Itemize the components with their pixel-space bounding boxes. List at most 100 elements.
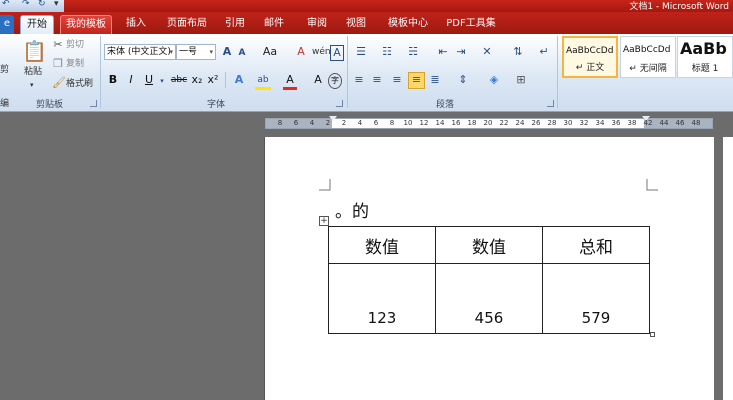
- horizontal-ruler[interactable]: 8 6 4 2 2 4 6 8 10 12 14 16 18 20 22 24 26 28 30 32 34 36 38 42…: [265, 116, 713, 129]
- phonetic-guide-icon[interactable]: wén: [312, 45, 331, 59]
- cut-button[interactable]: 剪切: [66, 39, 84, 51]
- table-cell[interactable]: 456: [435, 263, 543, 334]
- paste-button[interactable]: 粘贴: [24, 66, 42, 78]
- style-normal[interactable]: AaBbCcDd ↵ 正文: [562, 36, 618, 78]
- superscript-button[interactable]: x²: [206, 73, 220, 87]
- table-header-row: 数值 数值 总和: [328, 226, 650, 264]
- title-bar: ↶ ↷ ↻ ▾ 文档1 - Microsoft Word: [0, 0, 733, 12]
- chinese-layout-icon[interactable]: ✕: [476, 45, 498, 59]
- show-marks-icon[interactable]: ↵: [538, 45, 550, 59]
- ruler-tick-label: 26: [531, 119, 541, 127]
- redo-icon[interactable]: ↻: [38, 0, 46, 9]
- line-spacing-icon[interactable]: ⇕: [454, 73, 472, 87]
- enclose-char-button[interactable]: 字: [328, 73, 342, 89]
- paste-dropdown-icon[interactable]: ▾: [30, 79, 34, 91]
- ruler-tick-label: 8: [389, 119, 395, 127]
- table-header-cell[interactable]: 总和: [542, 226, 650, 264]
- borders-icon[interactable]: ⊞: [512, 73, 530, 87]
- ruler-tick-label: 28: [547, 119, 557, 127]
- table-header-cell[interactable]: 数值: [435, 226, 543, 264]
- tab-mailings[interactable]: 邮件: [258, 15, 290, 34]
- format-painter-button[interactable]: 格式刷: [66, 78, 93, 90]
- copy-button[interactable]: 复制: [66, 58, 84, 70]
- group-separator: [100, 36, 101, 108]
- ruler-tick-label: 4: [357, 119, 363, 127]
- ruler-tick-label: 6: [293, 119, 299, 127]
- sort-icon[interactable]: ⇅: [510, 45, 526, 59]
- numbering-icon[interactable]: ☷: [378, 45, 396, 59]
- ruler-tick-label: 14: [435, 119, 445, 127]
- document-page[interactable]: 。的 + 数值 数值 总和 123 456 579: [264, 137, 714, 400]
- table-header-cell[interactable]: 数值: [328, 226, 436, 264]
- ruler-tick-label: 48: [691, 119, 701, 127]
- style-no-spacing[interactable]: AaBbCcDd ↵ 无间隔: [620, 36, 676, 78]
- shading-icon[interactable]: ◈: [485, 73, 503, 87]
- ruler-tick-label: 30: [563, 119, 573, 127]
- bold-button[interactable]: B: [107, 73, 119, 87]
- tab-page-layout[interactable]: 页面布局: [162, 15, 212, 34]
- italic-button[interactable]: I: [125, 73, 137, 87]
- table-move-icon[interactable]: +: [319, 216, 329, 226]
- ruler-tick-label: 16: [451, 119, 461, 127]
- text-effect-button[interactable]: A: [232, 73, 246, 87]
- decrease-indent-icon[interactable]: ⇤: [436, 45, 450, 59]
- group-separator: [347, 36, 348, 108]
- undo-icon[interactable]: ↶: [2, 0, 10, 9]
- styles-gallery: AaBbCcDd ↵ 正文 AaBbCcDd ↵ 无间隔 AaBb 标题 1: [562, 36, 733, 94]
- char-border-icon[interactable]: A: [330, 45, 344, 61]
- ruler-tick-label: 42: [643, 119, 653, 127]
- crop-mark-top-left: [319, 179, 331, 191]
- ribbon: 剪 编 📋 粘贴 ▾ ✂ 剪切 ❐ 复制 🖌 格式刷 剪贴板 宋体 (中文正文)…: [0, 34, 733, 112]
- underline-button[interactable]: U: [143, 73, 155, 87]
- chevron-down-icon: ▾: [209, 48, 213, 56]
- tab-file[interactable]: 文件e: [0, 15, 14, 34]
- font-size-dropdown[interactable]: 一号 ▾: [176, 44, 216, 60]
- distributed-button[interactable]: ≣: [428, 73, 442, 87]
- grow-font-icon[interactable]: A: [220, 45, 234, 59]
- redo-icon[interactable]: ↷: [22, 0, 30, 9]
- tab-view[interactable]: 视图: [340, 15, 372, 34]
- tab-references[interactable]: 引用: [219, 15, 251, 34]
- document-table[interactable]: 数值 数值 总和 123 456 579: [328, 226, 650, 334]
- tab-insert[interactable]: 插入: [120, 15, 152, 34]
- subscript-button[interactable]: x₂: [190, 73, 204, 87]
- document-paragraph[interactable]: 。的: [335, 197, 369, 222]
- copy-icon[interactable]: ❐: [52, 57, 64, 71]
- align-center-button[interactable]: ≡: [370, 73, 384, 87]
- tab-my-templates[interactable]: 我的模板: [60, 15, 112, 34]
- tab-pdf-tools[interactable]: PDF工具集: [443, 15, 499, 34]
- clear-format-icon[interactable]: A: [294, 45, 308, 59]
- align-right-button[interactable]: ≡: [390, 73, 404, 87]
- highlight-button[interactable]: ab: [255, 73, 271, 90]
- multilevel-list-icon[interactable]: ☵: [404, 45, 422, 59]
- char-shading-button[interactable]: A: [312, 73, 324, 87]
- tab-template-center[interactable]: 模板中心: [383, 15, 433, 34]
- strikethrough-button[interactable]: abc: [170, 73, 188, 87]
- format-painter-icon[interactable]: 🖌: [52, 76, 66, 90]
- ruler-tick-label: 8: [277, 119, 283, 127]
- change-case-icon[interactable]: Aa: [260, 45, 280, 59]
- customize-icon[interactable]: ▾: [54, 0, 59, 9]
- bullets-icon[interactable]: ☰: [352, 45, 370, 59]
- font-name-dropdown[interactable]: 宋体 (中文正文) ▾: [104, 44, 176, 60]
- ruler-tick-label: 36: [611, 119, 621, 127]
- clipboard-launcher-icon[interactable]: [90, 100, 97, 107]
- align-left-button[interactable]: ≡: [352, 73, 366, 87]
- group-separator: [225, 72, 226, 88]
- paragraph-group-label: 段落: [436, 100, 455, 110]
- table-cell[interactable]: 579: [542, 263, 650, 334]
- table-resize-handle[interactable]: [650, 332, 655, 337]
- justify-button[interactable]: ≡: [408, 72, 425, 89]
- font-color-button[interactable]: A: [283, 73, 297, 90]
- shrink-font-icon[interactable]: A: [236, 46, 248, 60]
- table-cell[interactable]: 123: [328, 263, 436, 334]
- paste-icon[interactable]: 📋: [22, 38, 47, 64]
- chevron-down-icon[interactable]: ▾: [158, 74, 166, 88]
- tab-review[interactable]: 审阅: [301, 15, 333, 34]
- style-heading-1[interactable]: AaBb 标题 1: [677, 36, 733, 78]
- increase-indent-icon[interactable]: ⇥: [454, 45, 468, 59]
- cut-icon[interactable]: ✂: [52, 38, 64, 52]
- tab-home[interactable]: 开始: [20, 15, 54, 34]
- paragraph-launcher-icon[interactable]: [547, 100, 554, 107]
- font-launcher-icon[interactable]: [336, 100, 343, 107]
